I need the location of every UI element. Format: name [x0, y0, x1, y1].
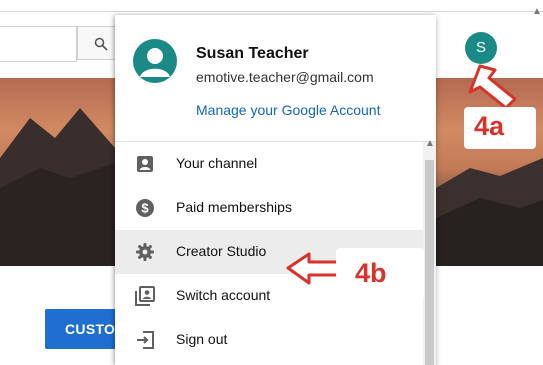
menu-item-label: Switch account: [176, 287, 271, 303]
menu-item-your-channel[interactable]: Your channel: [115, 142, 423, 186]
menu-item-label: Sign out: [176, 331, 228, 347]
account-avatar-button[interactable]: S: [465, 32, 497, 64]
dollar-circle-icon: $: [136, 199, 154, 217]
menu-item-label: Paid memberships: [176, 199, 292, 215]
menu-item-label: Your channel: [176, 155, 258, 171]
menu-scroll-up-icon[interactable]: ▲: [425, 138, 435, 149]
person-icon: [140, 48, 170, 77]
account-email: emotive.teacher@gmail.com: [196, 69, 374, 85]
annotation-label-4b: 4b: [336, 248, 424, 300]
annotation-text: 4b: [355, 258, 387, 288]
search-button[interactable]: [77, 26, 117, 60]
search-input[interactable]: [0, 26, 77, 62]
switch-account-icon: [135, 286, 155, 306]
sign-out-icon: [137, 331, 154, 349]
annotation-arrow-4a-icon: [468, 64, 517, 110]
account-menu: Susan Teacher emotive.teacher@gmail.com …: [115, 15, 436, 365]
menu-item-label: Creator Studio: [176, 243, 267, 259]
account-avatar: [133, 39, 177, 83]
svg-text:$: $: [141, 201, 149, 216]
search-icon: [94, 37, 108, 51]
account-box-icon: [137, 156, 153, 172]
page-scroll-up-icon[interactable]: ▲: [532, 6, 542, 17]
top-border: [0, 11, 543, 12]
gear-icon: [136, 243, 154, 261]
account-name: Susan Teacher: [196, 45, 309, 62]
manage-account-link[interactable]: Manage your Google Account: [196, 102, 380, 118]
annotation-label-4a: 4a: [464, 107, 536, 149]
menu-item-sign-out[interactable]: Sign out: [115, 318, 423, 362]
annotation-text: 4a: [474, 111, 505, 141]
menu-item-paid-memberships[interactable]: $ Paid memberships: [115, 186, 423, 230]
menu-scroll-thumb[interactable]: [425, 160, 434, 365]
